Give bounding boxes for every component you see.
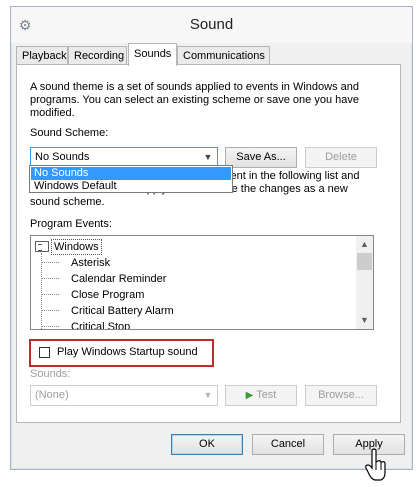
sound-scheme-label: Sound Scheme: [30, 127, 109, 139]
tab-playback[interactable]: Playback [16, 46, 68, 64]
browse-button: Browse... [305, 385, 377, 406]
list-item[interactable]: Critical Stop [31, 319, 356, 330]
event-close-program: Close Program [71, 289, 145, 301]
window-icon [35, 241, 49, 252]
scroll-thumb[interactable] [357, 253, 372, 270]
sounds-select: (None) ▼ [30, 385, 218, 406]
startup-sound-label[interactable]: Play Windows Startup sound [57, 346, 198, 359]
tree-root-windows[interactable]: Windows [51, 239, 102, 255]
tab-recording[interactable]: Recording [68, 46, 127, 64]
sound-scheme-value: No Sounds [35, 151, 90, 163]
play-triangle-icon: ▶ [245, 390, 254, 401]
sounds-label: Sounds: [30, 368, 71, 380]
title-bar[interactable]: ⚙ Sound [11, 7, 412, 43]
description-fragment-line1: vent in the following list and [225, 170, 360, 182]
program-events-list[interactable]: Windows Asterisk Calendar Reminder Close… [30, 235, 374, 330]
tab-sounds[interactable]: Sounds [128, 43, 177, 66]
events-scrollbar[interactable]: ▲ ▼ [356, 236, 373, 329]
option-no-sounds[interactable]: No Sounds [31, 167, 231, 180]
list-item[interactable]: Asterisk [31, 255, 356, 271]
option-windows-default[interactable]: Windows Default [31, 180, 231, 193]
intro-text: A sound theme is a set of sounds applied… [30, 81, 359, 119]
ok-button[interactable]: OK [171, 434, 243, 455]
test-button-label: Test [256, 389, 277, 401]
tree-branch [41, 326, 59, 327]
list-item[interactable]: Calendar Reminder [31, 271, 356, 287]
scroll-down-icon[interactable]: ▼ [356, 312, 373, 329]
sound-scheme-dropdown-list[interactable]: No Sounds Windows Default [29, 165, 233, 193]
event-critical-stop: Critical Stop [71, 321, 131, 330]
tree-branch [41, 262, 59, 263]
tree-branch [41, 294, 59, 295]
event-asterisk: Asterisk [71, 257, 111, 269]
tree-branch [41, 278, 59, 279]
cancel-button[interactable]: Cancel [252, 434, 324, 455]
delete-button: Delete [305, 147, 377, 168]
event-calendar-reminder: Calendar Reminder [71, 273, 167, 285]
sounds-panel: A sound theme is a set of sounds applied… [16, 64, 401, 423]
scroll-up-icon[interactable]: ▲ [356, 236, 373, 253]
save-as-button[interactable]: Save As... [225, 147, 297, 168]
chevron-down-icon: ▼ [203, 390, 213, 400]
sounds-value: (None) [35, 389, 69, 401]
event-critical-battery-alarm: Critical Battery Alarm [71, 305, 174, 317]
tree-branch [41, 310, 59, 311]
window-title: Sound [189, 16, 234, 33]
list-item[interactable]: Critical Battery Alarm [31, 303, 356, 319]
test-button: ▶ Test [225, 385, 297, 406]
startup-sound-highlight: Play Windows Startup sound [29, 339, 214, 367]
program-events-label: Program Events: [30, 218, 112, 230]
hand-pointer-icon [365, 448, 386, 481]
list-item[interactable]: Close Program [31, 287, 356, 303]
startup-sound-checkbox[interactable] [39, 347, 50, 358]
tab-communications[interactable]: Communications [177, 46, 270, 64]
description-fragment-line3: sound scheme. [30, 196, 105, 208]
